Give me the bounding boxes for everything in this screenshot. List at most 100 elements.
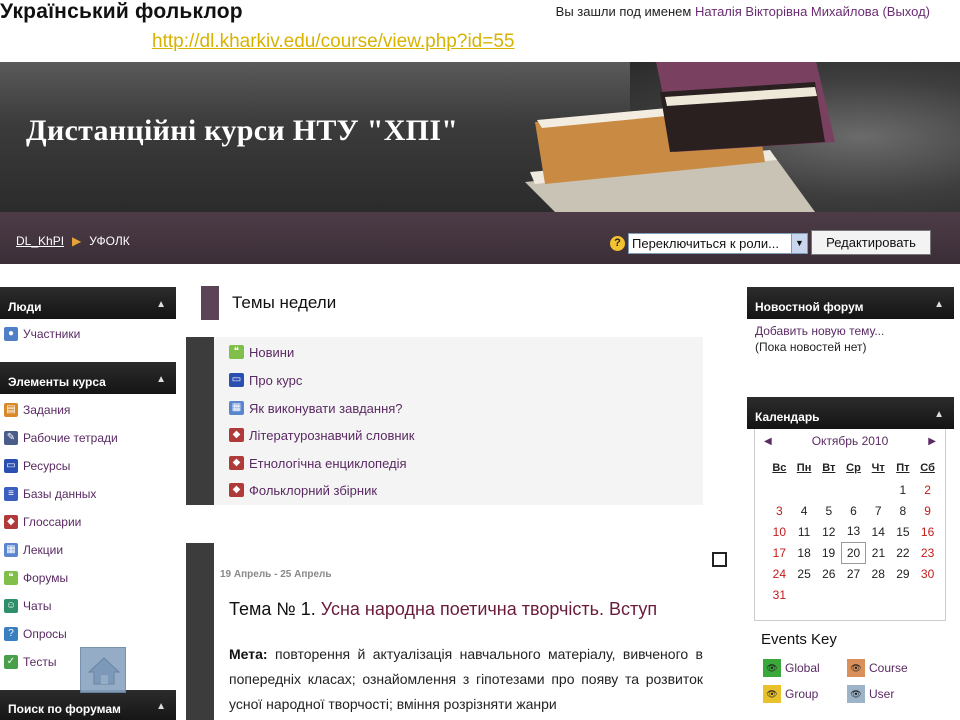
sidebar-item-label: Глоссарии <box>23 515 82 529</box>
course-title: Український фольклор <box>0 0 243 23</box>
assignment-icon: ▤ <box>4 403 18 417</box>
resource-link-about[interactable]: ▭ Про курс <box>229 371 302 389</box>
calendar-day[interactable]: 23 <box>915 542 940 563</box>
calendar-empty-cell <box>767 479 792 500</box>
calendar-day[interactable]: 27 <box>841 563 866 584</box>
calendar-day[interactable]: 5 <box>816 500 841 521</box>
calendar-day[interactable]: 1 <box>891 479 916 500</box>
chat-icon: ☺ <box>4 599 18 613</box>
calendar-day[interactable]: 3 <box>767 500 792 521</box>
sidebar-item-choices[interactable]: ? Опросы <box>0 620 176 648</box>
logout-link[interactable]: (Выход) <box>882 4 930 19</box>
calendar-day[interactable]: 19 <box>816 542 841 563</box>
calendar-day[interactable]: 28 <box>866 563 891 584</box>
news-forum-block-body: Добавить новую тему... (Пока новостей не… <box>747 319 954 359</box>
collapse-icon[interactable]: ▲ <box>934 409 944 420</box>
calendar-day[interactable]: 15 <box>891 521 916 542</box>
prev-month-icon[interactable]: ◀ <box>764 436 772 447</box>
eye-icon[interactable]: 👁 <box>847 659 865 677</box>
help-icon[interactable]: ? <box>610 236 625 251</box>
calendar-weekday: Сб <box>920 462 935 474</box>
eye-icon[interactable]: 👁 <box>763 659 781 677</box>
collapse-icon[interactable]: ▲ <box>934 299 944 310</box>
calendar-day[interactable]: 21 <box>866 542 891 563</box>
journal-icon: ✎ <box>4 431 18 445</box>
calendar-day[interactable]: 11 <box>792 521 817 542</box>
resource-link-label: Про курс <box>249 372 303 388</box>
add-topic-link[interactable]: Добавить новую тему... <box>755 323 954 339</box>
sidebar-item-lessons[interactable]: ▦ Лекции <box>0 536 176 564</box>
calendar-day[interactable]: 29 <box>891 563 916 584</box>
news-forum-block-header: Новостной форум ▲ <box>747 287 954 319</box>
topic-link[interactable]: Усна народна поетична творчість. Вступ <box>321 599 657 619</box>
chevron-down-icon[interactable]: ▼ <box>791 234 807 253</box>
sidebar-item-assignments[interactable]: ▤ Задания <box>0 396 176 424</box>
resource-link-literary-dictionary[interactable]: ◆ Літературознавчий словник <box>229 426 415 444</box>
calendar-day[interactable]: 4 <box>792 500 817 521</box>
calendar-day[interactable]: 10 <box>767 521 792 542</box>
eye-icon[interactable]: 👁 <box>847 685 865 703</box>
calendar-month: Октябрь 2010 <box>811 434 889 448</box>
calendar-day[interactable]: 6 <box>841 500 866 521</box>
calendar-block-title: Календарь <box>755 410 820 424</box>
calendar-weekdays: Вс Пн Вт Ср Чт Пт Сб <box>767 457 940 479</box>
events-key-group[interactable]: 👁 Group <box>763 685 847 703</box>
resource-link-label: Етнологічна енциклопедія <box>249 455 407 471</box>
sidebar-item-chats[interactable]: ☺ Чаты <box>0 592 176 620</box>
sidebar-item-journals[interactable]: ✎ Рабочие тетради <box>0 424 176 452</box>
resource-link-ethnology-encyclopedia[interactable]: ◆ Етнологічна енциклопедія <box>229 454 407 472</box>
collapse-icon[interactable]: ▲ <box>156 299 166 310</box>
resource-link-how-to[interactable]: ▦ Як виконувати завдання? <box>229 399 403 417</box>
books-icon <box>525 62 835 212</box>
edit-button[interactable]: Редактировать <box>811 230 931 255</box>
events-key-user[interactable]: 👁 User <box>847 685 931 703</box>
calendar-day[interactable]: 24 <box>767 563 792 584</box>
calendar-day[interactable]: 12 <box>816 521 841 542</box>
resource-link-folklore-collection[interactable]: ◆ Фольклорний збірник <box>229 481 377 499</box>
collapse-icon[interactable]: ▲ <box>156 701 166 712</box>
home-button[interactable] <box>80 647 126 693</box>
events-key-global[interactable]: 👁 Global <box>763 659 847 677</box>
highlight-checkbox[interactable] <box>712 552 727 567</box>
calendar-empty-cell <box>891 584 916 605</box>
resource-link-news[interactable]: ❝ Новини <box>229 343 294 361</box>
calendar-day[interactable]: 18 <box>792 542 817 563</box>
calendar-day[interactable]: 22 <box>891 542 916 563</box>
week-section: 19 Апрель - 25 Апрель Тема № 1. Усна нар… <box>186 543 703 720</box>
sidebar-item-forums[interactable]: ❝ Форумы <box>0 564 176 592</box>
topic-title: Тема № 1. Усна народна поетична творчіст… <box>229 599 657 620</box>
resource-link-label: Літературознавчий словник <box>249 427 415 443</box>
sidebar-item-databases[interactable]: ≡ Базы данных <box>0 480 176 508</box>
events-key-title: Events Key <box>761 631 837 648</box>
user-name-link[interactable]: Наталія Вікторівна Михайлова <box>695 4 879 19</box>
breadcrumb-root-link[interactable]: DL_KhPI <box>16 234 64 248</box>
sidebar-item-participants[interactable]: ● Участники <box>0 319 176 349</box>
resource-icon: ▭ <box>4 459 18 473</box>
calendar-day[interactable]: 31 <box>767 584 792 605</box>
events-key-label: Course <box>869 661 908 675</box>
calendar-weekday: Пт <box>896 462 910 474</box>
sidebar-item-glossaries[interactable]: ◆ Глоссарии <box>0 508 176 536</box>
section-side-bar <box>186 337 214 505</box>
events-key-course[interactable]: 👁 Course <box>847 659 931 677</box>
topic-description: Мета: повторення й актуалізація навчальн… <box>229 642 703 717</box>
calendar-day[interactable]: 8 <box>891 500 916 521</box>
calendar-day[interactable]: 20 <box>840 541 867 564</box>
sidebar-item-resources[interactable]: ▭ Ресурсы <box>0 452 176 480</box>
calendar-day[interactable]: 17 <box>767 542 792 563</box>
calendar-day[interactable]: 26 <box>816 563 841 584</box>
calendar-day[interactable]: 7 <box>866 500 891 521</box>
calendar-day[interactable]: 16 <box>915 521 940 542</box>
lesson-icon: ▦ <box>229 401 244 415</box>
next-month-icon[interactable]: ▶ <box>928 436 936 447</box>
calendar-day[interactable]: 2 <box>915 479 940 500</box>
calendar-day[interactable]: 14 <box>866 521 891 542</box>
calendar-day[interactable]: 25 <box>792 563 817 584</box>
switch-role-select[interactable]: Переключиться к роли... ▼ <box>628 233 808 254</box>
collapse-icon[interactable]: ▲ <box>156 374 166 385</box>
calendar-day[interactable]: 30 <box>915 563 940 584</box>
calendar-day[interactable]: 13 <box>841 521 866 542</box>
eye-icon[interactable]: 👁 <box>763 685 781 703</box>
course-url[interactable]: http://dl.kharkiv.edu/course/view.php?id… <box>152 31 514 53</box>
calendar-day[interactable]: 9 <box>915 500 940 521</box>
